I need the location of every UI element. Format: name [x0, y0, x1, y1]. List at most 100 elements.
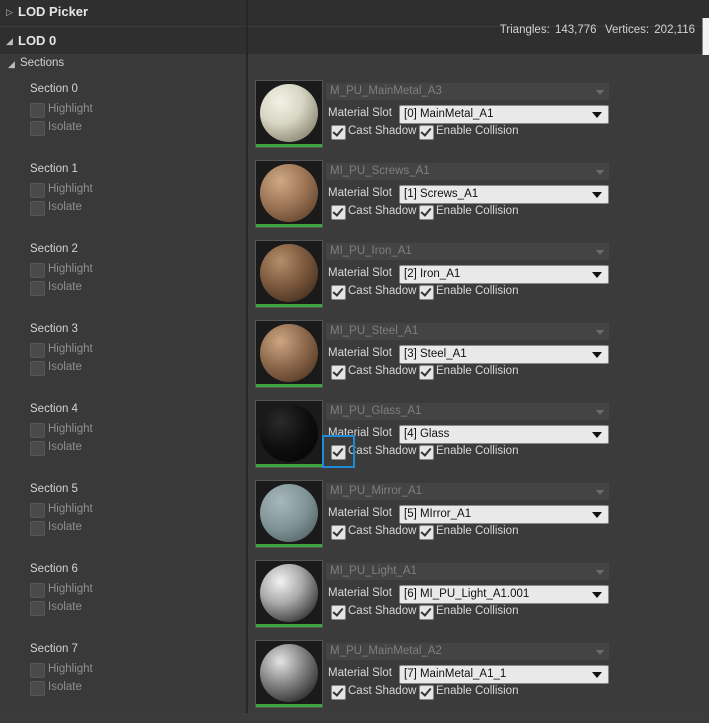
checkbox-icon: [30, 343, 45, 358]
material-slot-label: Material Slot: [328, 267, 392, 279]
material-thumbnail[interactable]: [255, 320, 323, 388]
enable-collision-label: Enable Collision: [436, 365, 519, 377]
material-slot-label: Material Slot: [328, 187, 392, 199]
checkbox-icon: [30, 663, 45, 678]
thumbnail-status-bar: [256, 144, 322, 147]
lod-picker-title: LOD Picker: [18, 4, 89, 19]
enable-collision-label: Enable Collision: [436, 445, 519, 457]
material-slot-value: [0] MainMetal_A1: [404, 108, 494, 120]
lod-title: LOD 0: [18, 33, 57, 48]
checkbox-icon: [30, 521, 45, 536]
thumbnail-status-bar: [256, 544, 322, 547]
material-thumbnail[interactable]: [255, 640, 323, 708]
cast-shadow-label: Cast Shadow: [348, 445, 417, 457]
material-name: MI_PU_Light_A1: [330, 565, 417, 577]
material-row: MI_PU_Steel_A1 Material Slot [3] Steel_A1 C…: [248, 320, 709, 400]
material-slot-value: [1] Screws_A1: [404, 188, 479, 200]
section-row: Section 1 Highlight Isolate: [0, 163, 246, 243]
material-slot-dropdown[interactable]: [6] MI_PU_Light_A1.001: [399, 585, 609, 604]
material-asset-picker[interactable]: MI_PU_Light_A1: [326, 563, 609, 580]
section-title: Section 4: [30, 403, 78, 415]
sections-collapse-icon[interactable]: ◢: [8, 59, 15, 70]
material-asset-picker[interactable]: MI_PU_Steel_A1: [326, 323, 609, 340]
expand-arrow-icon[interactable]: ▷: [6, 7, 13, 18]
collapse-arrow-icon[interactable]: ◢: [6, 36, 13, 47]
material-row: M_PU_MainMetal_A3 Material Slot [0] MainMe…: [248, 80, 709, 160]
thumbnail-status-bar: [256, 624, 322, 627]
highlight-label: Highlight: [48, 663, 93, 675]
section-title: Section 6: [30, 563, 78, 575]
material-slot-label: Material Slot: [328, 667, 392, 679]
checkbox-icon: [30, 103, 45, 118]
material-slot-dropdown[interactable]: [5] MIrror_A1: [399, 505, 609, 524]
isolate-label: Isolate: [48, 441, 82, 453]
material-name: MI_PU_Iron_A1: [330, 245, 412, 257]
section-row: Section 4 Highlight Isolate: [0, 403, 246, 483]
material-slot-dropdown[interactable]: [2] Iron_A1: [399, 265, 609, 284]
material-slot-dropdown[interactable]: [0] MainMetal_A1: [399, 105, 609, 124]
section-row: Section 2 Highlight Isolate: [0, 243, 246, 323]
checkbox-icon: [30, 361, 45, 376]
material-slot-label: Material Slot: [328, 107, 392, 119]
highlight-label: Highlight: [48, 103, 93, 115]
checkbox-icon: [30, 423, 45, 438]
checkbox-icon: [30, 263, 45, 278]
material-slot-label: Material Slot: [328, 347, 392, 359]
chevron-down-icon: [596, 330, 604, 335]
checkmark-icon: [331, 605, 346, 620]
chevron-down-icon: [592, 192, 602, 198]
material-thumbnail[interactable]: [255, 80, 323, 148]
chevron-down-icon: [596, 250, 604, 255]
material-sphere-icon: [260, 644, 318, 702]
checkmark-icon: [331, 365, 346, 380]
mesh-stats: Triangles: 143,776 Vertices: 202,116: [498, 24, 695, 36]
highlight-label: Highlight: [48, 583, 93, 595]
material-slot-dropdown[interactable]: [1] Screws_A1: [399, 185, 609, 204]
triangles-label: Triangles:: [499, 24, 550, 36]
chevron-down-icon: [592, 512, 602, 518]
material-sphere-icon: [260, 484, 318, 542]
chevron-down-icon: [592, 672, 602, 678]
material-slot-dropdown[interactable]: [3] Steel_A1: [399, 345, 609, 364]
material-asset-picker[interactable]: M_PU_MainMetal_A2: [326, 643, 609, 660]
lod-picker-header[interactable]: ▷ LOD Picker: [0, 0, 709, 26]
material-thumbnail[interactable]: [255, 240, 323, 308]
section-row: Section 0 Highlight Isolate: [0, 83, 246, 163]
chevron-down-icon: [592, 432, 602, 438]
checkbox-icon: [30, 503, 45, 518]
section-title: Section 2: [30, 243, 78, 255]
material-slot-dropdown[interactable]: [7] MainMetal_A1_1: [399, 665, 609, 684]
sections-title: Sections: [20, 57, 65, 69]
checkmark-icon: [419, 685, 434, 700]
enable-collision-label: Enable Collision: [436, 685, 519, 697]
section-title: Section 5: [30, 483, 78, 495]
isolate-label: Isolate: [48, 601, 82, 613]
chevron-down-icon: [592, 592, 602, 598]
material-name: M_PU_MainMetal_A3: [330, 85, 442, 97]
cast-shadow-label: Cast Shadow: [348, 605, 417, 617]
material-asset-picker[interactable]: MI_PU_Iron_A1: [326, 243, 609, 260]
material-slot-value: [6] MI_PU_Light_A1.001: [404, 588, 530, 600]
cast-shadow-label: Cast Shadow: [348, 525, 417, 537]
checkbox-icon: [30, 681, 45, 696]
material-slot-dropdown[interactable]: [4] Glass: [399, 425, 609, 444]
section-row: Section 5 Highlight Isolate: [0, 483, 246, 563]
material-thumbnail[interactable]: [255, 400, 323, 468]
material-asset-picker[interactable]: M_PU_MainMetal_A3: [326, 83, 609, 100]
material-asset-picker[interactable]: MI_PU_Glass_A1: [326, 403, 609, 420]
checkmark-icon: [419, 445, 434, 460]
checkmark-icon: [419, 285, 434, 300]
enable-collision-label: Enable Collision: [436, 125, 519, 137]
vertices-label: Vertices:: [604, 24, 650, 36]
material-thumbnail[interactable]: [255, 560, 323, 628]
isolate-label: Isolate: [48, 681, 82, 693]
material-slot-value: [3] Steel_A1: [404, 348, 467, 360]
material-asset-picker[interactable]: MI_PU_Screws_A1: [326, 163, 609, 180]
material-thumbnail[interactable]: [255, 160, 323, 228]
material-thumbnail[interactable]: [255, 480, 323, 548]
checkmark-icon: [419, 365, 434, 380]
section-title: Section 0: [30, 83, 78, 95]
chevron-down-icon: [592, 112, 602, 118]
material-asset-picker[interactable]: MI_PU_Mirror_A1: [326, 483, 609, 500]
material-slot-value: [5] MIrror_A1: [404, 508, 472, 520]
